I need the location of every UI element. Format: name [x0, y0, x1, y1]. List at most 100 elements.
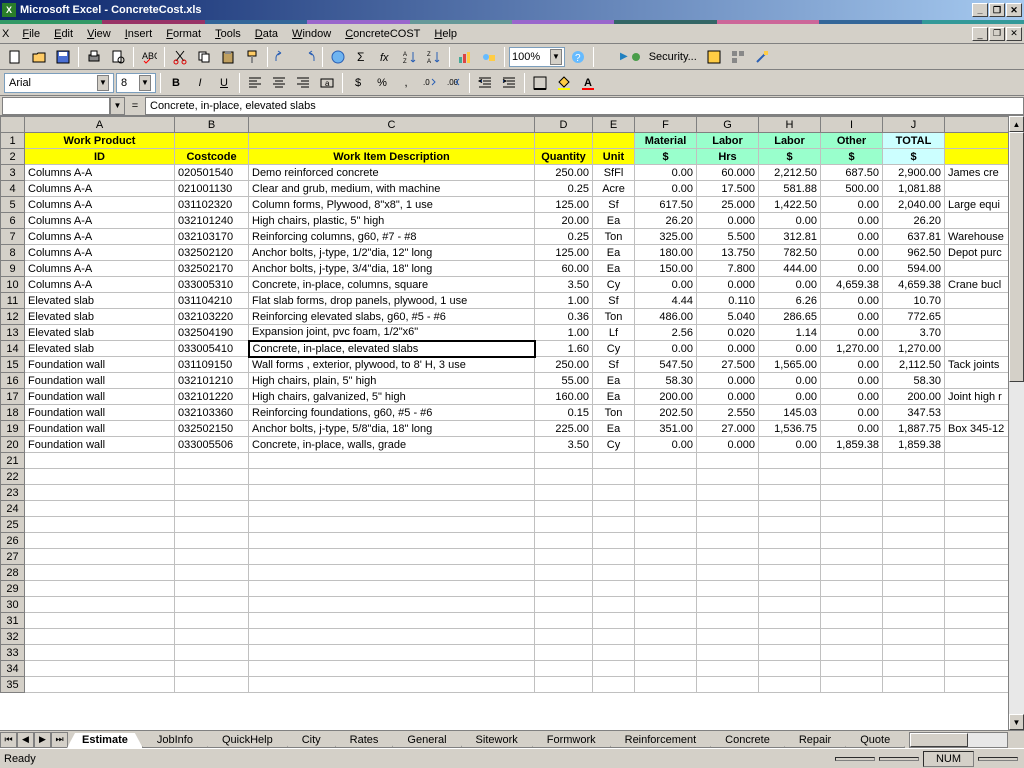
- cell-B10[interactable]: 033005310: [175, 277, 249, 293]
- design-mode-button[interactable]: [751, 46, 773, 68]
- cell-empty-26-1[interactable]: [175, 533, 249, 549]
- cell-B5[interactable]: 031102320: [175, 197, 249, 213]
- cell-B9[interactable]: 032502170: [175, 261, 249, 277]
- cell-G8[interactable]: 13.750: [697, 245, 759, 261]
- cell-D11[interactable]: 1.00: [535, 293, 593, 309]
- row-header-10[interactable]: 10: [1, 277, 25, 293]
- cell-F16[interactable]: 58.30: [635, 373, 697, 389]
- doc-icon[interactable]: X: [2, 28, 9, 40]
- save-button[interactable]: [52, 46, 74, 68]
- cell-empty-28-1[interactable]: [175, 565, 249, 581]
- cell-empty-31-10[interactable]: [945, 613, 1009, 629]
- cell-K13[interactable]: [945, 325, 1009, 341]
- cell-empty-25-2[interactable]: [249, 517, 535, 533]
- sort-desc-button[interactable]: ZA: [423, 46, 445, 68]
- cell-K17[interactable]: Joint high r: [945, 389, 1009, 405]
- cell-empty-23-1[interactable]: [175, 485, 249, 501]
- cell-D6[interactable]: 20.00: [535, 213, 593, 229]
- menu-window[interactable]: Window: [285, 26, 338, 42]
- cell-F2[interactable]: $: [635, 149, 697, 165]
- cell-empty-32-0[interactable]: [25, 629, 175, 645]
- cell-E16[interactable]: Ea: [593, 373, 635, 389]
- cell-E12[interactable]: Ton: [593, 309, 635, 325]
- cell-B12[interactable]: 032103220: [175, 309, 249, 325]
- cell-I4[interactable]: 500.00: [821, 181, 883, 197]
- vertical-scrollbar[interactable]: ▲ ▼: [1008, 116, 1024, 730]
- cell-empty-27-10[interactable]: [945, 549, 1009, 565]
- tab-prev-button[interactable]: ◀: [17, 732, 34, 748]
- cell-F14[interactable]: 0.00: [635, 341, 697, 357]
- cell-K18[interactable]: [945, 405, 1009, 421]
- cell-empty-26-5[interactable]: [635, 533, 697, 549]
- print-button[interactable]: [83, 46, 105, 68]
- col-header-D[interactable]: D: [535, 117, 593, 133]
- cell-C18[interactable]: Reinforcing foundations, g60, #5 - #6: [249, 405, 535, 421]
- drawing-button[interactable]: [478, 46, 500, 68]
- cell-J11[interactable]: 10.70: [883, 293, 945, 309]
- cell-C2[interactable]: Work Item Description: [249, 149, 535, 165]
- sheet-tab-sitework[interactable]: Sitework: [461, 733, 533, 748]
- vba-button[interactable]: [703, 46, 725, 68]
- cell-empty-27-8[interactable]: [821, 549, 883, 565]
- spell-check-button[interactable]: ABC: [138, 46, 160, 68]
- cell-empty-35-9[interactable]: [883, 677, 945, 693]
- cell-empty-34-10[interactable]: [945, 661, 1009, 677]
- cell-D5[interactable]: 125.00: [535, 197, 593, 213]
- cell-empty-25-6[interactable]: [697, 517, 759, 533]
- cell-K2[interactable]: [945, 149, 1009, 165]
- cell-empty-27-6[interactable]: [697, 549, 759, 565]
- row-header-23[interactable]: 23: [1, 485, 25, 501]
- cell-empty-26-0[interactable]: [25, 533, 175, 549]
- sheet-tab-general[interactable]: General: [392, 733, 461, 748]
- cell-empty-25-4[interactable]: [593, 517, 635, 533]
- cell-empty-31-9[interactable]: [883, 613, 945, 629]
- row-header-22[interactable]: 22: [1, 469, 25, 485]
- cell-empty-35-6[interactable]: [697, 677, 759, 693]
- cell-I19[interactable]: 0.00: [821, 421, 883, 437]
- cell-K10[interactable]: Crane bucl: [945, 277, 1009, 293]
- cell-empty-31-0[interactable]: [25, 613, 175, 629]
- cell-empty-28-3[interactable]: [535, 565, 593, 581]
- cell-D4[interactable]: 0.25: [535, 181, 593, 197]
- cell-F4[interactable]: 0.00: [635, 181, 697, 197]
- cell-A19[interactable]: Foundation wall: [25, 421, 175, 437]
- cell-empty-32-8[interactable]: [821, 629, 883, 645]
- undo-button[interactable]: [272, 46, 294, 68]
- cell-J8[interactable]: 962.50: [883, 245, 945, 261]
- horizontal-scrollbar[interactable]: [909, 732, 1008, 748]
- row-header-2[interactable]: 2: [1, 149, 25, 165]
- cell-empty-26-6[interactable]: [697, 533, 759, 549]
- cell-G5[interactable]: 25.000: [697, 197, 759, 213]
- cell-I9[interactable]: 0.00: [821, 261, 883, 277]
- name-box-dropdown[interactable]: ▼: [110, 97, 125, 115]
- sheet-tab-estimate[interactable]: Estimate: [67, 733, 143, 748]
- row-header-3[interactable]: 3: [1, 165, 25, 181]
- cell-empty-27-2[interactable]: [249, 549, 535, 565]
- cell-empty-22-5[interactable]: [635, 469, 697, 485]
- cell-E13[interactable]: Lf: [593, 325, 635, 341]
- row-header-7[interactable]: 7: [1, 229, 25, 245]
- cell-E17[interactable]: Ea: [593, 389, 635, 405]
- cell-empty-26-8[interactable]: [821, 533, 883, 549]
- cell-empty-29-5[interactable]: [635, 581, 697, 597]
- cell-empty-33-2[interactable]: [249, 645, 535, 661]
- cell-A18[interactable]: Foundation wall: [25, 405, 175, 421]
- cell-empty-24-9[interactable]: [883, 501, 945, 517]
- menu-concretecost[interactable]: ConcreteCOST: [338, 26, 427, 42]
- cell-empty-35-2[interactable]: [249, 677, 535, 693]
- cell-K7[interactable]: Warehouse: [945, 229, 1009, 245]
- cell-empty-22-8[interactable]: [821, 469, 883, 485]
- cell-H14[interactable]: 0.00: [759, 341, 821, 357]
- cell-C10[interactable]: Concrete, in-place, columns, square: [249, 277, 535, 293]
- cell-empty-24-6[interactable]: [697, 501, 759, 517]
- row-header-19[interactable]: 19: [1, 421, 25, 437]
- cell-A7[interactable]: Columns A-A: [25, 229, 175, 245]
- col-header-C[interactable]: C: [249, 117, 535, 133]
- cell-A10[interactable]: Columns A-A: [25, 277, 175, 293]
- cell-empty-21-7[interactable]: [759, 453, 821, 469]
- cell-empty-34-2[interactable]: [249, 661, 535, 677]
- cell-empty-34-6[interactable]: [697, 661, 759, 677]
- security-button[interactable]: Security...: [645, 49, 701, 65]
- cell-F15[interactable]: 547.50: [635, 357, 697, 373]
- cell-empty-32-9[interactable]: [883, 629, 945, 645]
